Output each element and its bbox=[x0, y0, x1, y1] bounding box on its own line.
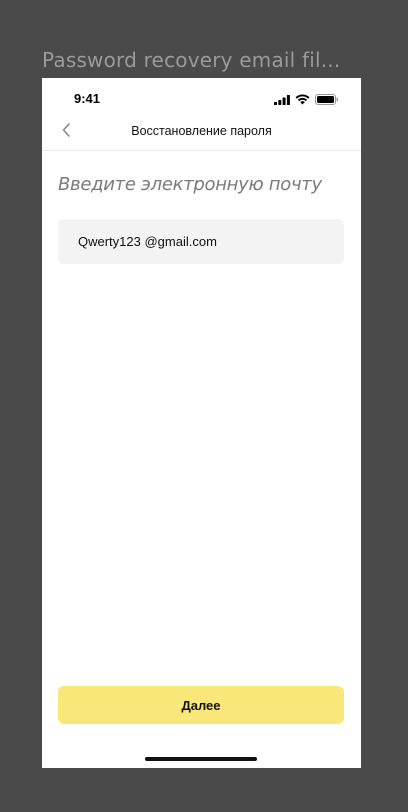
navigation-bar: Восстановление пароля bbox=[42, 118, 361, 151]
page-title: Восстановление пароля bbox=[131, 124, 272, 138]
status-bar: 9:41 bbox=[42, 78, 361, 118]
phone-screen: 9:41 Восстановление пароля Введите элект… bbox=[42, 78, 361, 768]
home-indicator bbox=[145, 757, 257, 761]
battery-icon bbox=[315, 92, 339, 110]
next-button[interactable]: Далее bbox=[58, 686, 344, 724]
email-prompt: Введите электронную почту bbox=[58, 174, 322, 195]
email-field[interactable] bbox=[58, 219, 344, 264]
frame-label: Password recovery email fil... bbox=[42, 48, 341, 72]
wifi-icon bbox=[295, 92, 310, 110]
status-icons bbox=[274, 92, 339, 110]
signal-icon bbox=[274, 92, 290, 110]
status-time: 9:41 bbox=[74, 91, 101, 106]
design-canvas: Password recovery email fil... 9:41 Восс… bbox=[0, 0, 408, 812]
